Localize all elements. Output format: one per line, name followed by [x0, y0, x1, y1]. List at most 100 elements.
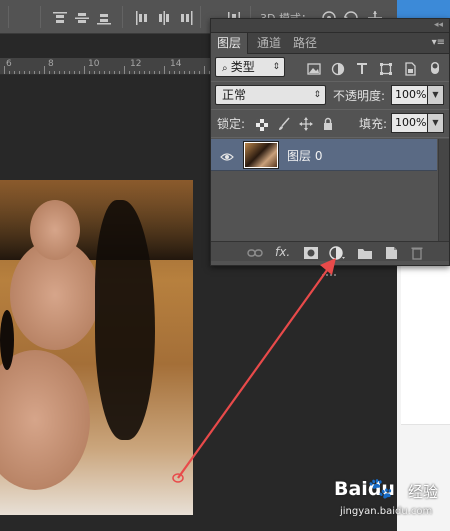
- filter-row: ⌕ 类型 ⇕: [211, 55, 449, 81]
- toolbar-divider: [40, 6, 41, 28]
- align-vcenter-icon[interactable]: [74, 10, 90, 26]
- panel-title-bar[interactable]: ◂◂: [211, 19, 449, 33]
- layer-name[interactable]: 图层 0: [287, 147, 322, 164]
- photo-image: [0, 180, 193, 515]
- ruler-tick: [154, 71, 155, 74]
- toolbar-divider: [8, 6, 9, 28]
- baidu-watermark: Baidu 🐾 经验 jingyan.baidu.com: [334, 476, 450, 528]
- ruler-tick: [194, 71, 195, 74]
- toolbar-divider: [200, 6, 201, 28]
- trash-icon[interactable]: [409, 245, 425, 260]
- shape-filter-icon[interactable]: [379, 61, 393, 75]
- align-bottom-icon[interactable]: [96, 10, 112, 26]
- layer-row[interactable]: 图层 0: [211, 139, 437, 171]
- divider: [211, 81, 449, 82]
- ruler-tick: [129, 71, 130, 74]
- align-top-icon[interactable]: [52, 10, 68, 26]
- image-filter-icon[interactable]: [307, 61, 321, 75]
- tab-channels[interactable]: 通道: [251, 33, 287, 54]
- ruler-tick: [54, 71, 55, 74]
- opacity-field[interactable]: 100%: [391, 85, 428, 105]
- ruler-tick: [174, 71, 175, 74]
- ruler-tick: [149, 71, 150, 74]
- ruler-number: 6: [6, 59, 12, 69]
- filter-kind-select[interactable]: ⌕ 类型 ⇕: [215, 57, 285, 77]
- eye-icon[interactable]: [220, 148, 234, 167]
- ruler-tick: [69, 71, 70, 74]
- ruler-tick: [104, 71, 105, 74]
- panel-menu-icon[interactable]: ▾≡: [432, 37, 445, 48]
- hair-shape: [0, 310, 14, 370]
- ruler-tick: [94, 71, 95, 74]
- collapse-panel-icon[interactable]: ◂◂: [434, 20, 443, 30]
- toolbar-divider: [122, 6, 123, 28]
- ruler-tick: [14, 71, 15, 74]
- lock-all-icon[interactable]: [321, 116, 335, 130]
- document-area: [401, 260, 450, 425]
- watermark-url: jingyan.baidu.com: [340, 506, 433, 517]
- filter-toggle-icon[interactable]: [429, 60, 441, 76]
- adjustment-layer-icon[interactable]: [329, 245, 345, 260]
- ruler-tick: [64, 71, 65, 74]
- ruler-tick: [44, 66, 45, 74]
- lock-move-icon[interactable]: [299, 116, 313, 131]
- add-mask-icon[interactable]: [303, 245, 319, 259]
- ruler-tick: [74, 71, 75, 74]
- align-right-icon[interactable]: [178, 10, 194, 26]
- ruler-tick: [24, 71, 25, 74]
- layer-thumbnail: [243, 141, 279, 169]
- lock-transparent-icon[interactable]: [255, 117, 269, 131]
- chevron-updown-icon: ⇕: [272, 62, 280, 72]
- panel-tabs: 图层 通道 路径 ▾≡: [211, 33, 449, 54]
- fill-dropdown-icon[interactable]: ▼: [428, 113, 444, 133]
- layers-scrollbar[interactable]: [438, 139, 449, 243]
- blend-row: 正常 ⇕ 不透明度: 100% ▼: [211, 83, 449, 109]
- type-filter-icon[interactable]: [355, 60, 369, 74]
- ruler-tick: [29, 71, 30, 74]
- tab-paths[interactable]: 路径: [287, 33, 323, 54]
- ruler-tick: [204, 66, 205, 74]
- filter-kind-value: 类型: [230, 60, 255, 74]
- fill-field[interactable]: 100%: [391, 113, 428, 133]
- lock-row: 锁定: 填充: 100% ▼: [211, 111, 449, 137]
- ruler-tick: [189, 71, 190, 74]
- fx-icon[interactable]: fx.: [275, 245, 291, 259]
- ruler-tick: [119, 71, 120, 74]
- ruler-tick: [19, 71, 20, 74]
- tab-layers[interactable]: 图层: [211, 33, 249, 54]
- divider: [211, 137, 449, 138]
- ruler-tick: [144, 71, 145, 74]
- ruler-number: 8: [48, 59, 54, 69]
- search-icon: ⌕: [222, 63, 231, 74]
- ruler-tick: [59, 71, 60, 74]
- layers-panel: ◂◂ 图层 通道 路径 ▾≡ ⌕ 类型 ⇕ 正常 ⇕ 不透明度: 100% ▼ …: [210, 18, 450, 276]
- new-layer-icon[interactable]: [383, 245, 399, 259]
- link-icon[interactable]: [247, 245, 263, 259]
- opacity-label: 不透明度:: [333, 89, 386, 103]
- ruler-number: 10: [88, 59, 100, 69]
- ruler-tick: [114, 71, 115, 74]
- align-hcenter-icon[interactable]: [156, 10, 172, 26]
- lock-brush-icon[interactable]: [277, 116, 291, 130]
- adjustment-filter-icon[interactable]: [331, 61, 345, 76]
- opacity-dropdown-icon[interactable]: ▼: [428, 85, 444, 105]
- ruler-tick: [109, 71, 110, 74]
- shoulder-shape: [0, 350, 90, 490]
- ruler-number: 12: [130, 59, 142, 69]
- hand-shape: [30, 200, 80, 260]
- blend-mode-select[interactable]: 正常 ⇕: [215, 85, 326, 105]
- ruler-tick: [199, 71, 200, 74]
- lock-label: 锁定:: [217, 117, 246, 131]
- ruler-tick: [34, 71, 35, 74]
- panel-bottom-bar: fx.: [211, 241, 449, 261]
- align-left-icon[interactable]: [134, 10, 150, 26]
- ruler-tick: [4, 66, 5, 74]
- ruler-tick: [164, 66, 165, 74]
- chevron-updown-icon: ⇕: [313, 90, 321, 100]
- resize-grip[interactable]: [321, 262, 337, 276]
- ruler-tick: [39, 71, 40, 74]
- ruler-tick: [79, 71, 80, 74]
- folder-icon[interactable]: [357, 245, 373, 259]
- ruler-tick: [99, 71, 100, 74]
- smart-object-filter-icon[interactable]: [403, 61, 417, 76]
